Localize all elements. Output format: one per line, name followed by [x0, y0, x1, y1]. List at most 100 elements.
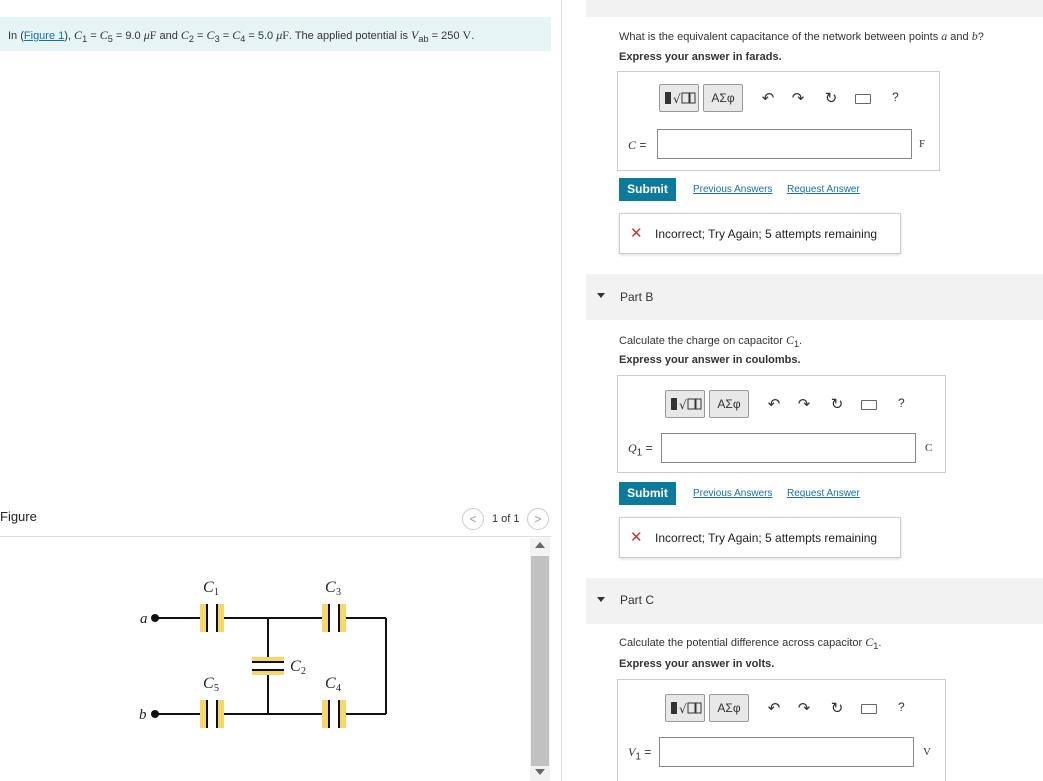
reset-icon[interactable]: ↻ [828, 699, 846, 717]
next-figure-button[interactable]: > [527, 508, 549, 530]
part-c-answer-box: √ ΑΣφ ↶ ↷ ↻ ? V1 = V [617, 679, 946, 781]
part-b-unit: C [925, 442, 933, 454]
question-text: Calculate the charge on capacitor [619, 335, 786, 347]
part-a-submit-button[interactable]: Submit [619, 178, 676, 201]
keyboard-icon[interactable] [861, 400, 877, 410]
part-a-feedback: ✕ Incorrect; Try Again; 5 attempts remai… [619, 213, 901, 254]
intro-text: = 9.0 [112, 30, 144, 42]
figure-title: Figure [0, 509, 37, 524]
var-c3: C [206, 28, 215, 42]
reset-icon[interactable]: ↻ [822, 89, 840, 107]
undo-icon[interactable]: ↶ [759, 89, 777, 107]
capacitor-c2-gap [252, 662, 284, 670]
var-c1: C [74, 28, 83, 42]
template-button[interactable]: √ [659, 84, 699, 112]
part-c-answer-input[interactable] [659, 737, 914, 767]
part-b-answer-box: √ ΑΣφ ↶ ↷ ↻ ? Q1 = C [617, 375, 946, 473]
figure-pager-count: 1 of 1 [492, 513, 520, 525]
label-c5-sub: 5 [214, 683, 219, 694]
greek-symbols-button[interactable]: ΑΣφ [703, 84, 743, 112]
scroll-thumb[interactable] [531, 556, 549, 766]
part-c-unit: V [923, 746, 931, 758]
part-b-collapse-caret-icon[interactable] [597, 293, 605, 298]
greek-symbols-button[interactable]: ΑΣφ [709, 390, 749, 418]
equals: = [636, 138, 647, 152]
part-b-variable-label: Q1 = [628, 441, 653, 458]
part-b-submit-button[interactable]: Submit [619, 482, 676, 505]
scroll-down-arrow-icon[interactable] [535, 769, 545, 775]
capacitor-c3-gap [329, 604, 339, 632]
capacitor-c5-gap [207, 700, 217, 728]
undo-icon[interactable]: ↶ [765, 699, 783, 717]
question-text: What is the equivalent capacitance of th… [619, 31, 942, 43]
intro-text: = [87, 30, 100, 42]
feedback-text: Incorrect; Try Again; 5 attempts remaini… [655, 531, 878, 545]
part-c-collapse-caret-icon[interactable] [597, 597, 605, 602]
scroll-up-arrow-icon[interactable] [535, 542, 545, 548]
greek-symbols-button[interactable]: ΑΣφ [709, 694, 749, 722]
terminal-a [151, 614, 159, 622]
part-a-question: What is the equivalent capacitance of th… [619, 29, 984, 44]
question-text: and [947, 31, 972, 43]
part-b-answer-input[interactable] [661, 433, 916, 463]
part-a-previous-answers-link[interactable]: Previous Answers [693, 184, 772, 195]
keyboard-icon[interactable] [855, 94, 871, 104]
prev-figure-button[interactable]: < [462, 508, 484, 530]
figure-scrollbar[interactable] [530, 538, 550, 781]
part-c-instruction: Express your answer in volts. [619, 658, 775, 670]
help-icon[interactable]: ? [898, 396, 905, 410]
label-c1-sub: 1 [214, 587, 219, 598]
label-c2-sub: 2 [301, 666, 306, 677]
incorrect-x-icon: ✕ [630, 529, 643, 546]
intro-text: and [156, 30, 181, 42]
incorrect-x-icon: ✕ [630, 225, 643, 242]
svg-text:√: √ [679, 702, 687, 716]
unit-v: V [462, 28, 472, 42]
svg-text:√: √ [673, 92, 681, 106]
column-divider [561, 0, 562, 781]
template-button[interactable]: √ [665, 694, 705, 722]
part-b-previous-answers-link[interactable]: Previous Answers [693, 488, 772, 499]
part-a-request-answer-link[interactable]: Request Answer [787, 184, 860, 195]
part-a-header-band [586, 0, 1043, 17]
help-icon[interactable]: ? [898, 700, 905, 714]
part-b-request-answer-link[interactable]: Request Answer [787, 488, 860, 499]
part-a-unit: F [919, 138, 926, 150]
redo-icon[interactable]: ↷ [795, 699, 813, 717]
label-c3: C [325, 579, 336, 596]
part-a-math-toolbar: √ ΑΣφ ↶ ↷ ↻ ? [659, 84, 914, 112]
part-a-answer-box: √ ΑΣφ ↶ ↷ ↻ ? C = F [617, 71, 940, 171]
feedback-text: Incorrect; Try Again; 5 attempts remaini… [655, 227, 878, 241]
terminal-b [151, 710, 159, 718]
undo-icon[interactable]: ↶ [765, 395, 783, 413]
template-button[interactable]: √ [665, 390, 705, 418]
part-c-title[interactable]: Part C [620, 593, 654, 607]
equals: = [640, 745, 652, 759]
redo-icon[interactable]: ↷ [795, 395, 813, 413]
part-a-answer-input[interactable] [657, 129, 912, 159]
part-b-title[interactable]: Part B [620, 290, 653, 304]
part-c-header[interactable] [586, 578, 1043, 624]
figure-link[interactable]: Figure 1 [24, 30, 64, 42]
intro-text: . [471, 30, 475, 42]
help-icon[interactable]: ? [892, 90, 899, 104]
capacitor-c4-gap [329, 700, 339, 728]
part-b-instruction: Express your answer in coulombs. [619, 354, 801, 366]
sub-vab: ab [418, 34, 429, 45]
templates-icon: √ [671, 702, 702, 716]
part-b-math-toolbar: √ ΑΣφ ↶ ↷ ↻ ? [665, 390, 920, 418]
keyboard-icon[interactable] [861, 704, 877, 714]
part-b-header[interactable] [586, 274, 1043, 320]
part-b-question: Calculate the charge on capacitor C1. [619, 333, 802, 349]
part-c-question: Calculate the potential difference acros… [619, 635, 881, 651]
part-a-variable-label: C = [628, 138, 646, 153]
part-b-feedback: ✕ Incorrect; Try Again; 5 attempts remai… [619, 517, 901, 558]
redo-icon[interactable]: ↷ [789, 89, 807, 107]
label-c3-sub: 3 [336, 587, 341, 598]
question-text: . [878, 637, 882, 649]
part-a-instruction: Express your answer in farads. [619, 51, 782, 63]
templates-icon: √ [671, 398, 702, 412]
var-c2: C [180, 28, 189, 42]
intro-text: In ( [8, 30, 24, 42]
reset-icon[interactable]: ↻ [828, 395, 846, 413]
